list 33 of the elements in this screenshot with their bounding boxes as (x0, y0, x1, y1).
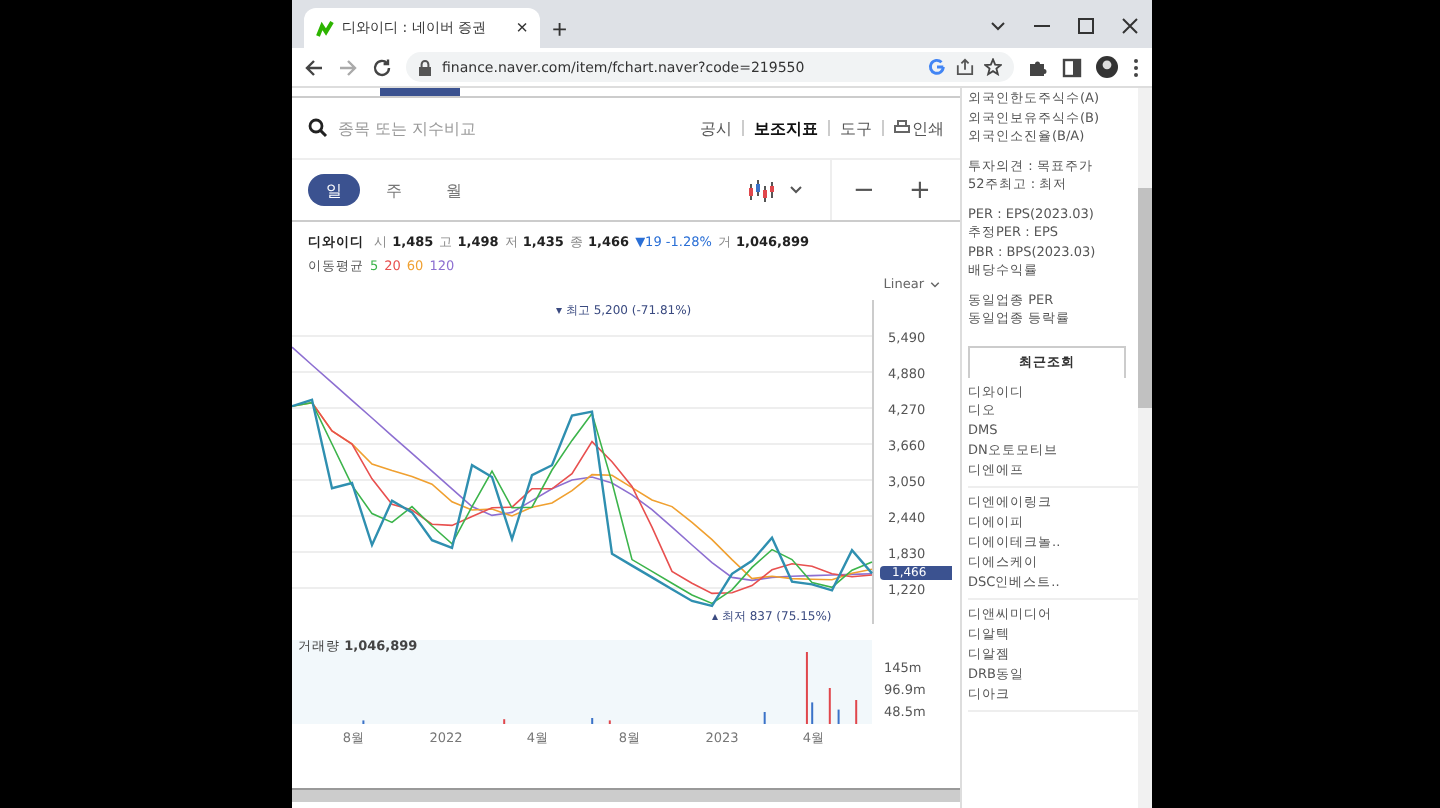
vertical-scrollbar[interactable] (1138, 88, 1152, 808)
chart-favicon-icon (316, 19, 334, 37)
toolbar-link[interactable]: 인쇄 (894, 117, 944, 139)
maximize-icon[interactable] (1076, 16, 1096, 36)
avatar-icon[interactable] (1096, 56, 1118, 78)
period-tab[interactable]: 일 (308, 174, 360, 206)
zoom-out-button[interactable]: − (840, 175, 888, 205)
toolbar-link[interactable]: 보조지표 (754, 117, 818, 139)
new-tab-button[interactable]: + (540, 8, 580, 48)
candlestick-icon[interactable] (748, 179, 774, 201)
google-g-icon[interactable] (928, 58, 946, 76)
tab-indicator (380, 88, 460, 96)
star-icon[interactable] (984, 58, 1002, 76)
period-tab[interactable]: 월 (428, 174, 480, 206)
reload-icon[interactable] (372, 57, 392, 77)
zoom-in-button[interactable]: + (896, 175, 944, 205)
side-panel-icon[interactable] (1062, 57, 1082, 77)
toolbar-link[interactable]: 도구 (840, 117, 872, 139)
toolbar-link[interactable]: 공시 (700, 117, 732, 139)
horizontal-scrollbar[interactable] (292, 788, 960, 802)
menu-icon[interactable] (1132, 57, 1140, 77)
back-arrow-icon[interactable] (304, 57, 324, 77)
puzzle-icon[interactable] (1028, 57, 1048, 77)
caret-icon (930, 281, 940, 287)
search-icon[interactable] (308, 118, 328, 138)
caret-icon[interactable] (790, 186, 802, 194)
close-icon[interactable] (1120, 16, 1140, 36)
lock-icon (418, 59, 432, 75)
period-tab[interactable]: 주 (368, 174, 420, 206)
chevron-down-icon[interactable] (988, 16, 1008, 36)
share-icon[interactable] (956, 58, 974, 76)
printer-icon (894, 120, 910, 136)
close-tab-button[interactable]: × (516, 17, 528, 39)
